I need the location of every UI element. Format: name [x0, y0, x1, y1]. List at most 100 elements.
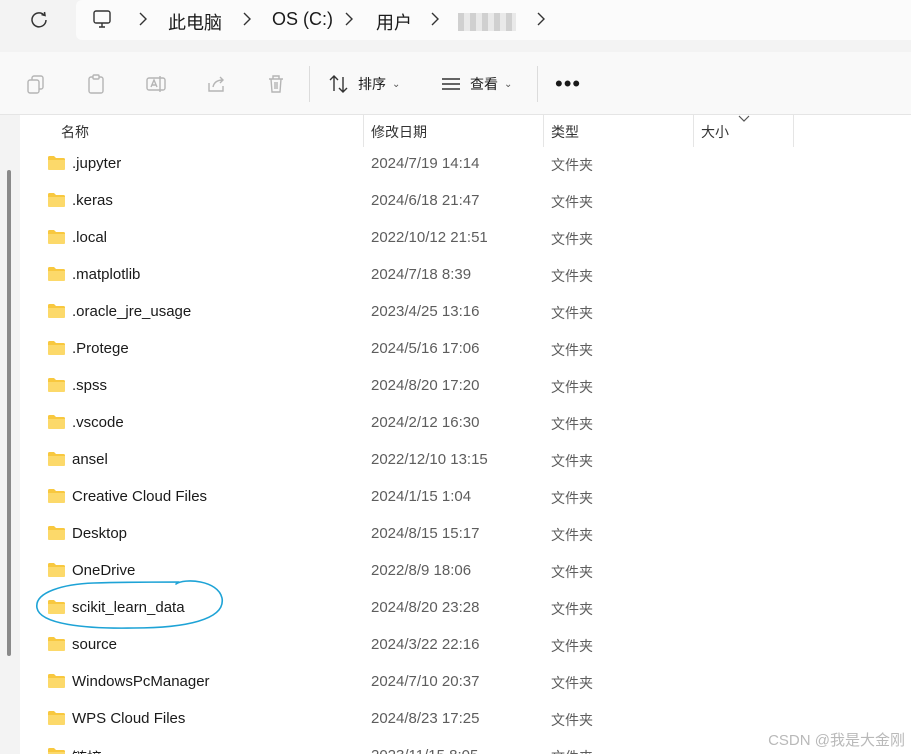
file-modified-date: 2022/10/12 21:51 — [371, 229, 488, 246]
file-name[interactable]: .spss — [72, 377, 107, 394]
sort-icon — [329, 75, 348, 93]
file-row[interactable]: .jupyter 2024/7/19 14:14 文件夹 — [20, 146, 911, 183]
file-name[interactable]: .matplotlib — [72, 266, 140, 283]
sort-button[interactable]: 排序 ⌄ — [328, 70, 400, 98]
scrollbar[interactable] — [7, 170, 11, 656]
column-header-row: 名称 修改日期 类型 大小 — [20, 115, 911, 147]
share-icon[interactable] — [205, 73, 227, 95]
file-modified-date: 2024/8/20 23:28 — [371, 599, 480, 616]
breadcrumb-username-redacted[interactable] — [458, 13, 516, 31]
file-modified-date: 2024/7/19 14:14 — [371, 155, 480, 172]
file-name[interactable]: .keras — [72, 192, 113, 209]
column-divider[interactable] — [363, 115, 364, 147]
more-options-button[interactable]: ••• — [555, 73, 581, 95]
file-type: 文件夹 — [551, 305, 593, 321]
file-modified-date: 2023/4/25 13:16 — [371, 303, 480, 320]
file-modified-date: 2024/5/16 17:06 — [371, 340, 480, 357]
file-name[interactable]: WindowsPcManager — [72, 673, 210, 690]
file-row[interactable]: .Protege 2024/5/16 17:06 文件夹 — [20, 331, 911, 368]
file-name[interactable]: .vscode — [72, 414, 124, 431]
file-type: 文件夹 — [551, 453, 593, 469]
file-name[interactable]: 链接 — [72, 747, 102, 754]
breadcrumb-drive-c[interactable]: OS (C:) — [272, 9, 333, 30]
file-name[interactable]: WPS Cloud Files — [72, 710, 185, 727]
folder-icon — [48, 341, 65, 355]
column-divider[interactable] — [693, 115, 694, 147]
file-type: 文件夹 — [551, 194, 593, 210]
folder-icon — [48, 267, 65, 281]
file-row[interactable]: source 2024/3/22 22:16 文件夹 — [20, 627, 911, 664]
chevron-right-icon[interactable] — [240, 10, 254, 28]
column-header-modified[interactable]: 修改日期 — [371, 122, 427, 142]
file-row[interactable]: .local 2022/10/12 21:51 文件夹 — [20, 220, 911, 257]
file-name[interactable]: .jupyter — [72, 155, 121, 172]
toolbar-divider — [537, 66, 538, 102]
folder-icon — [48, 674, 65, 688]
view-icon — [442, 78, 460, 90]
refresh-icon[interactable] — [28, 9, 50, 31]
file-modified-date: 2024/7/18 8:39 — [371, 266, 472, 283]
file-type: 文件夹 — [551, 712, 593, 728]
chevron-right-icon[interactable] — [136, 10, 150, 28]
folder-icon — [48, 489, 65, 503]
toolbar-divider — [309, 66, 310, 102]
file-type: 文件夹 — [551, 490, 593, 506]
file-row[interactable]: .matplotlib 2024/7/18 8:39 文件夹 — [20, 257, 911, 294]
column-header-type[interactable]: 类型 — [551, 122, 579, 142]
folder-icon — [48, 304, 65, 318]
file-modified-date: 2024/6/18 21:47 — [371, 192, 480, 209]
file-name[interactable]: .oracle_jre_usage — [72, 303, 191, 320]
folder-icon — [48, 230, 65, 244]
file-modified-date: 2024/8/20 17:20 — [371, 377, 480, 394]
file-type: 文件夹 — [551, 601, 593, 617]
paste-icon[interactable] — [85, 73, 107, 95]
view-label: 查看 — [470, 76, 498, 92]
file-modified-date: 2022/12/10 13:15 — [371, 451, 488, 468]
file-row[interactable]: .keras 2024/6/18 21:47 文件夹 — [20, 183, 911, 220]
file-type: 文件夹 — [551, 638, 593, 654]
file-row[interactable]: Desktop 2024/8/15 15:17 文件夹 — [20, 516, 911, 553]
chevron-down-icon: ⌄ — [504, 78, 513, 90]
column-divider[interactable] — [543, 115, 544, 147]
column-divider[interactable] — [793, 115, 794, 147]
file-type: 文件夹 — [551, 564, 593, 580]
file-name[interactable]: source — [72, 636, 117, 653]
file-row[interactable]: ansel 2022/12/10 13:15 文件夹 — [20, 442, 911, 479]
file-modified-date: 2024/2/12 16:30 — [371, 414, 480, 431]
file-row[interactable]: .spss 2024/8/20 17:20 文件夹 — [20, 368, 911, 405]
folder-icon — [48, 193, 65, 207]
breadcrumb-this-pc[interactable]: 此电脑 — [168, 9, 222, 35]
file-row[interactable]: WindowsPcManager 2024/7/10 20:37 文件夹 — [20, 664, 911, 701]
file-type: 文件夹 — [551, 675, 593, 691]
file-type: 文件夹 — [551, 416, 593, 432]
column-header-size[interactable]: 大小 — [701, 122, 729, 142]
folder-icon — [48, 711, 65, 725]
folder-icon — [48, 452, 65, 466]
file-name[interactable]: Desktop — [72, 525, 127, 542]
file-list: 名称 修改日期 类型 大小 .jupyter 2024/7/19 14:14 文件夹… — [20, 115, 911, 754]
annotation-circle — [36, 580, 223, 629]
file-modified-date: 2024/7/10 20:37 — [371, 673, 480, 690]
folder-icon — [48, 415, 65, 429]
column-header-name[interactable]: 名称 — [61, 122, 89, 142]
file-name[interactable]: .local — [72, 229, 107, 246]
chevron-right-icon[interactable] — [428, 10, 442, 28]
file-name[interactable]: Creative Cloud Files — [72, 488, 207, 505]
file-row[interactable]: .oracle_jre_usage 2023/4/25 13:16 文件夹 — [20, 294, 911, 331]
folder-icon — [48, 526, 65, 540]
computer-icon[interactable] — [92, 9, 112, 29]
view-button[interactable]: 查看 ⌄ — [440, 70, 512, 98]
file-name[interactable]: .Protege — [72, 340, 129, 357]
file-type: 文件夹 — [551, 157, 593, 173]
breadcrumb[interactable]: 此电脑 OS (C:) 用户 — [76, 0, 911, 40]
file-row[interactable]: Creative Cloud Files 2024/1/15 1:04 文件夹 — [20, 479, 911, 516]
rename-icon[interactable] — [145, 73, 167, 95]
chevron-right-icon[interactable] — [342, 10, 356, 28]
delete-icon[interactable] — [265, 73, 287, 95]
copy-icon[interactable] — [25, 73, 47, 95]
file-row[interactable]: .vscode 2024/2/12 16:30 文件夹 — [20, 405, 911, 442]
chevron-right-icon[interactable] — [534, 10, 548, 28]
breadcrumb-users[interactable]: 用户 — [376, 9, 412, 35]
file-name[interactable]: ansel — [72, 451, 108, 468]
file-type: 文件夹 — [551, 342, 593, 358]
